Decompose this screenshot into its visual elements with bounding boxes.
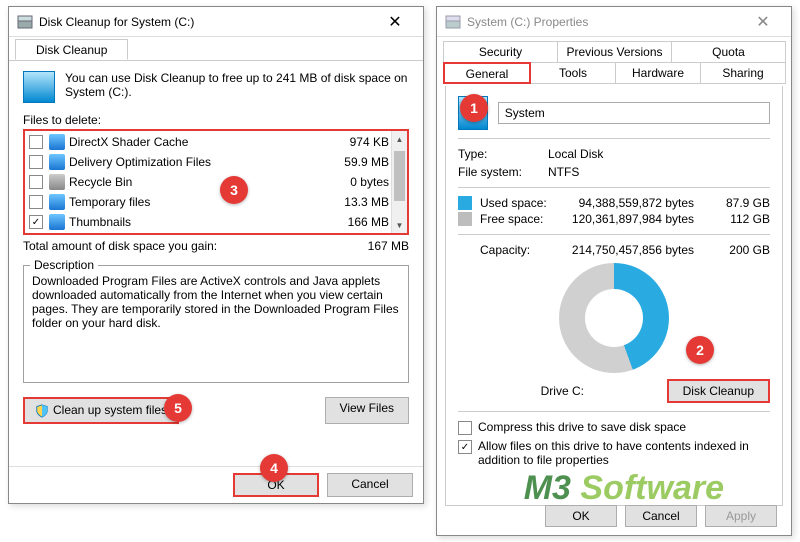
name-row <box>458 96 770 130</box>
volume-name-input[interactable] <box>498 102 770 124</box>
apply-button[interactable]: Apply <box>705 505 777 527</box>
files-to-delete-label: Files to delete: <box>23 113 409 127</box>
used-human: 87.9 GB <box>710 196 770 210</box>
tab-tools[interactable]: Tools <box>530 62 616 84</box>
tab-general[interactable]: General <box>443 62 531 84</box>
used-swatch <box>458 196 472 210</box>
disk-cleanup-dialog: Disk Cleanup for System (C:) ✕ Disk Clea… <box>8 6 424 504</box>
intro-text: You can use Disk Cleanup to free up to 2… <box>65 71 409 99</box>
tab-hardware[interactable]: Hardware <box>615 62 701 84</box>
drive-icon <box>445 14 461 30</box>
total-value: 167 MB <box>368 239 409 253</box>
file-checkbox[interactable] <box>29 195 43 209</box>
step-marker-4: 4 <box>260 454 288 482</box>
cleanup-system-files-label: Clean up system files <box>53 403 167 417</box>
file-checkbox[interactable] <box>29 135 43 149</box>
file-name: Thumbnails <box>69 215 333 229</box>
type-label: Type: <box>458 147 548 161</box>
index-checkbox[interactable]: ✓ <box>458 440 472 454</box>
window-title: System (C:) Properties <box>467 15 743 29</box>
compress-checkbox-row[interactable]: Compress this drive to save disk space <box>458 420 770 435</box>
file-type-icon <box>49 194 65 210</box>
cancel-button[interactable]: Cancel <box>327 473 413 497</box>
cleanup-drive-icon <box>23 71 55 103</box>
file-type-icon <box>49 174 65 190</box>
tab-security[interactable]: Security <box>443 41 558 63</box>
compress-label: Compress this drive to save disk space <box>478 420 686 434</box>
free-label: Free space: <box>480 212 568 226</box>
tab-quota[interactable]: Quota <box>671 41 786 63</box>
index-checkbox-row[interactable]: ✓ Allow files on this drive to have cont… <box>458 439 770 467</box>
free-space-row: Free space: 120,361,897,984 bytes 112 GB <box>458 212 770 226</box>
tab-sharing[interactable]: Sharing <box>700 62 786 84</box>
close-button[interactable]: ✕ <box>743 8 783 36</box>
tabs-area: SecurityPrevious VersionsQuota GeneralTo… <box>437 37 791 506</box>
tab-previous-versions[interactable]: Previous Versions <box>557 41 672 63</box>
titlebar[interactable]: Disk Cleanup for System (C:) ✕ <box>9 7 423 37</box>
file-row-1[interactable]: Delivery Optimization Files59.9 MB <box>25 152 407 172</box>
index-label: Allow files on this drive to have conten… <box>478 439 770 467</box>
drive-label: Drive C: <box>458 384 667 398</box>
intro-row: You can use Disk Cleanup to free up to 2… <box>23 71 409 103</box>
file-checkbox[interactable] <box>29 155 43 169</box>
step-marker-5: 5 <box>164 394 192 422</box>
scroll-down-icon[interactable]: ▼ <box>392 217 407 233</box>
file-row-2[interactable]: Recycle Bin0 bytes <box>25 172 407 192</box>
window-title: Disk Cleanup for System (C:) <box>39 15 375 29</box>
total-label: Total amount of disk space you gain: <box>23 239 368 253</box>
capacity-label: Capacity: <box>480 243 568 257</box>
cancel-button[interactable]: Cancel <box>625 505 697 527</box>
titlebar[interactable]: System (C:) Properties ✕ <box>437 7 791 37</box>
fs-value: NTFS <box>548 165 770 179</box>
file-checkbox[interactable]: ✓ <box>29 215 43 229</box>
description-group: Description Downloaded Program Files are… <box>23 265 409 383</box>
view-files-button[interactable]: View Files <box>325 397 409 424</box>
file-type-icon <box>49 154 65 170</box>
properties-dialog: System (C:) Properties ✕ SecurityPreviou… <box>436 6 792 536</box>
used-space-row: Used space: 94,388,559,872 bytes 87.9 GB <box>458 196 770 210</box>
cleanup-content: You can use Disk Cleanup to free up to 2… <box>9 61 423 434</box>
file-name: Recycle Bin <box>69 175 333 189</box>
file-type-icon <box>49 214 65 230</box>
file-row-0[interactable]: DirectX Shader Cache974 KB <box>25 132 407 152</box>
cleanup-system-files-button[interactable]: Clean up system files <box>23 397 179 424</box>
type-value: Local Disk <box>548 147 770 161</box>
tab-disk-cleanup[interactable]: Disk Cleanup <box>15 39 128 60</box>
usage-pie-chart <box>559 263 669 373</box>
file-name: Delivery Optimization Files <box>69 155 333 169</box>
file-name: DirectX Shader Cache <box>69 135 333 149</box>
ok-button[interactable]: OK <box>545 505 617 527</box>
step-marker-3: 3 <box>220 176 248 204</box>
capacity-human: 200 GB <box>710 243 770 257</box>
free-human: 112 GB <box>710 212 770 226</box>
used-bytes: 94,388,559,872 bytes <box>568 196 710 210</box>
file-checkbox[interactable] <box>29 175 43 189</box>
scrollbar-vertical[interactable]: ▲ ▼ <box>391 131 407 233</box>
capacity-bytes: 214,750,457,856 bytes <box>568 243 710 257</box>
description-text: Downloaded Program Files are ActiveX con… <box>32 274 400 330</box>
file-row-4[interactable]: ✓Thumbnails166 MB <box>25 212 407 232</box>
step-marker-2: 2 <box>686 336 714 364</box>
file-name: Temporary files <box>69 195 333 209</box>
free-bytes: 120,361,897,984 bytes <box>568 212 710 226</box>
disk-cleanup-button[interactable]: Disk Cleanup <box>667 379 770 403</box>
scroll-up-icon[interactable]: ▲ <box>392 131 407 147</box>
general-tab-panel: Type:Local Disk File system:NTFS Used sp… <box>445 86 783 506</box>
file-type-icon <box>49 134 65 150</box>
description-group-label: Description <box>30 258 98 272</box>
drive-icon <box>17 14 33 30</box>
tab-strip: Disk Cleanup <box>9 39 423 61</box>
used-label: Used space: <box>480 196 568 210</box>
capacity-row: Capacity: 214,750,457,856 bytes 200 GB <box>458 243 770 257</box>
free-swatch <box>458 212 472 226</box>
scroll-thumb[interactable] <box>394 151 405 201</box>
total-row: Total amount of disk space you gain: 167… <box>23 239 409 253</box>
close-button[interactable]: ✕ <box>375 8 415 36</box>
compress-checkbox[interactable] <box>458 421 472 435</box>
fs-label: File system: <box>458 165 548 179</box>
step-marker-1: 1 <box>460 94 488 122</box>
files-list[interactable]: DirectX Shader Cache974 KBDelivery Optim… <box>23 129 409 235</box>
file-row-3[interactable]: Temporary files13.3 MB <box>25 192 407 212</box>
